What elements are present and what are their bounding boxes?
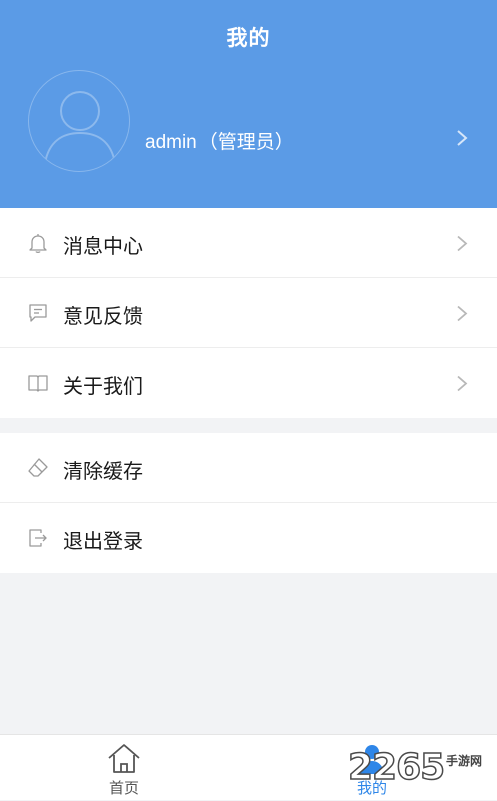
menu-label: 关于我们 (63, 376, 143, 398)
watermark-text: 手游网 (446, 754, 483, 768)
bell-icon (29, 234, 47, 253)
chevron-right-icon[interactable] (455, 129, 469, 147)
profile-name: admin （管理员） (145, 127, 294, 154)
chevron-right-icon (457, 305, 468, 322)
profile-row[interactable]: admin （管理员） (0, 68, 497, 176)
book-icon (28, 375, 48, 392)
menu-item-feedback[interactable]: 意见反馈 (0, 278, 497, 348)
user-role: （管理员） (198, 132, 294, 153)
chevron-right-icon (457, 375, 468, 392)
menu-item-messages[interactable]: 消息中心 (0, 208, 497, 278)
watermark-digits: 2265 (347, 746, 446, 789)
home-icon (108, 744, 140, 773)
menu-label: 退出登录 (63, 531, 143, 553)
eraser-icon (28, 458, 48, 477)
tab-home[interactable]: 首页 (64, 735, 184, 801)
menu-item-clear-cache[interactable]: 清除缓存 (0, 433, 497, 503)
menu-label: 意见反馈 (63, 306, 143, 328)
feedback-icon (29, 304, 47, 322)
menu-item-logout[interactable]: 退出登录 (0, 503, 497, 573)
menu-label: 清除缓存 (63, 461, 143, 483)
watermark-logo: 2265 手游网 (347, 746, 494, 790)
tab-home-label: 首页 (108, 780, 139, 797)
menu-group-primary: 消息中心 意见反馈 关于我们 (0, 208, 497, 418)
user-avatar-icon[interactable] (28, 70, 130, 172)
menu-label: 消息中心 (63, 236, 143, 258)
username: admin (145, 132, 197, 153)
page-title: 我的 (226, 27, 271, 50)
menu-item-about[interactable]: 关于我们 (0, 348, 497, 418)
header: 我的 admin （管理员） (0, 0, 497, 208)
logout-icon (29, 529, 47, 547)
menu-group-secondary: 清除缓存 退出登录 (0, 433, 497, 573)
chevron-right-icon (457, 235, 468, 252)
